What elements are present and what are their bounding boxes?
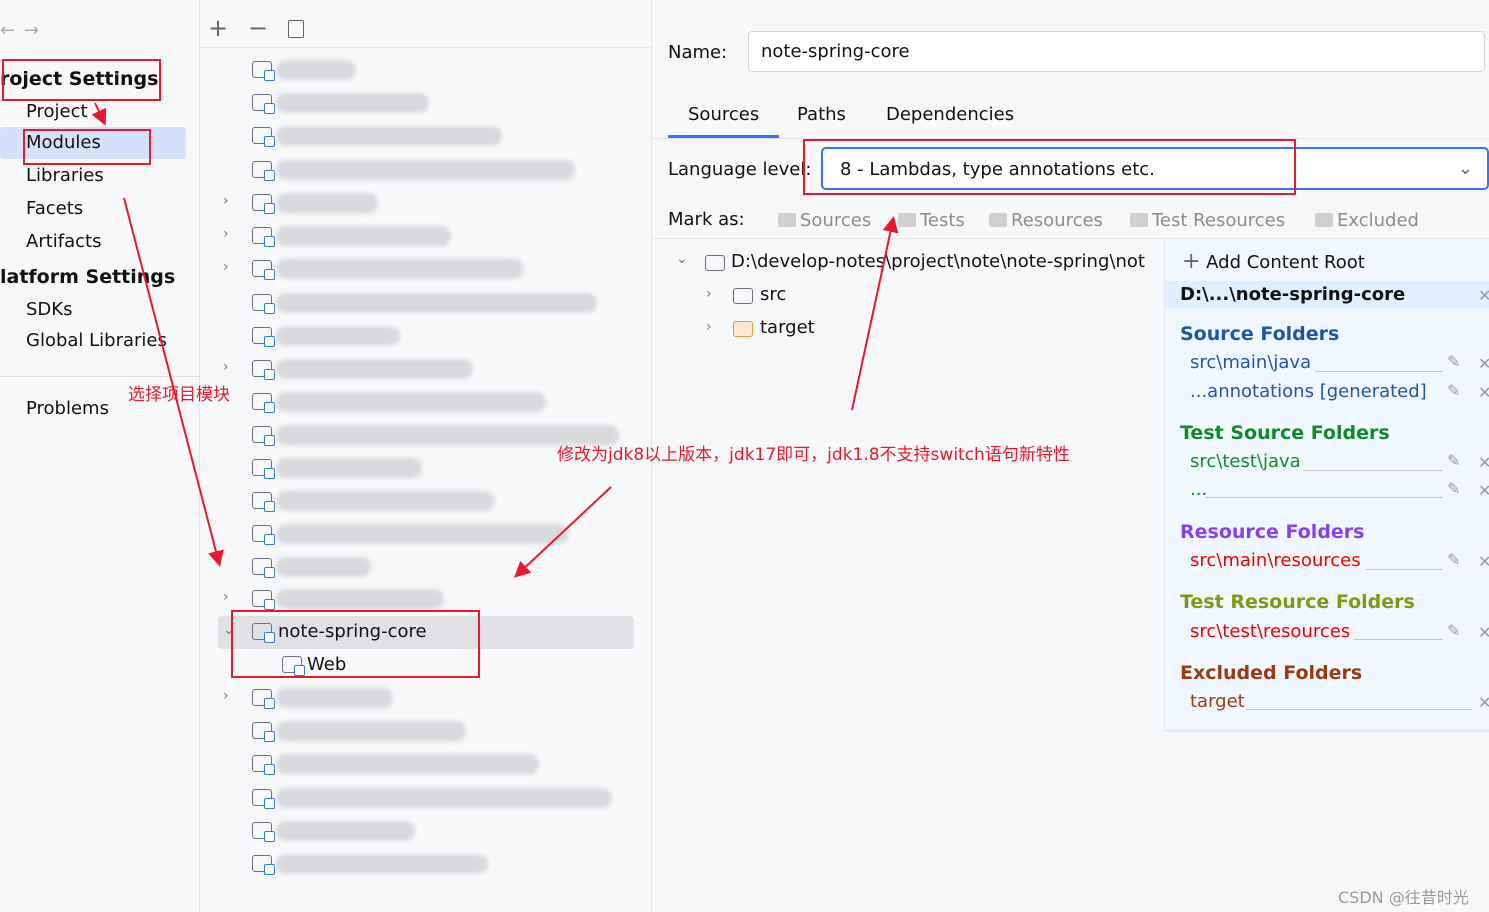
- arrow: [514, 486, 612, 578]
- annotation-arrows: [91, 102, 899, 578]
- arrow: [91, 102, 107, 126]
- arrow: [851, 216, 899, 411]
- watermark: CSDN @往昔时光: [1338, 888, 1469, 907]
- arrow: [123, 197, 224, 567]
